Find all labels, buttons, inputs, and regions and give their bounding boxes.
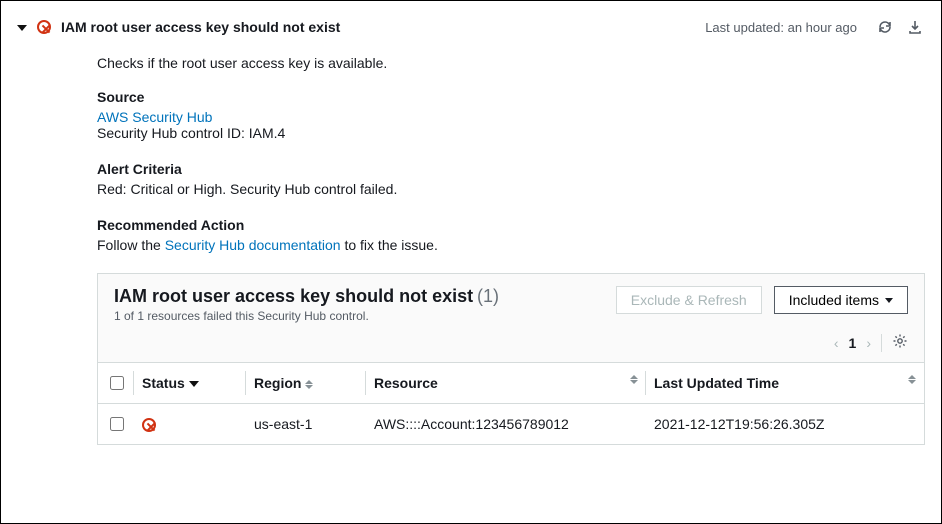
refresh-icon[interactable] — [875, 17, 895, 37]
col-time-header[interactable]: Last Updated Time — [646, 363, 924, 404]
col-resource-header[interactable]: Resource — [366, 363, 646, 404]
chevron-down-icon — [885, 298, 893, 303]
col-status-header[interactable]: Status — [134, 363, 246, 404]
page-number: 1 — [849, 335, 857, 351]
table-row[interactable]: us-east-1 AWS::::Account:123456789012 20… — [98, 404, 924, 445]
download-icon[interactable] — [905, 17, 925, 37]
source-heading: Source — [97, 89, 925, 105]
select-all-checkbox[interactable] — [110, 376, 124, 390]
alert-criteria-heading: Alert Criteria — [97, 161, 925, 177]
sort-icon — [908, 375, 916, 384]
sort-icon — [630, 375, 638, 384]
resources-panel: IAM root user access key should not exis… — [97, 273, 925, 445]
row-checkbox[interactable] — [110, 417, 124, 431]
included-items-dropdown[interactable]: Included items — [774, 286, 908, 314]
alert-criteria-text: Red: Critical or High. Security Hub cont… — [97, 181, 925, 197]
settings-icon[interactable] — [892, 333, 908, 352]
exclude-refresh-button[interactable]: Exclude & Refresh — [616, 286, 762, 314]
check-title: IAM root user access key should not exis… — [61, 19, 340, 35]
cell-resource: AWS::::Account:123456789012 — [366, 404, 646, 445]
page-prev-icon[interactable]: ‹ — [834, 335, 839, 351]
panel-subtext: 1 of 1 resources failed this Security Hu… — [114, 309, 604, 323]
check-description: Checks if the root user access key is av… — [97, 55, 925, 71]
documentation-link[interactable]: Security Hub documentation — [165, 237, 341, 253]
page-next-icon[interactable]: › — [866, 335, 871, 351]
recommended-action-text: Follow the Security Hub documentation to… — [97, 237, 925, 253]
cell-region: us-east-1 — [246, 404, 366, 445]
sort-desc-icon — [189, 381, 199, 387]
source-link[interactable]: AWS Security Hub — [97, 109, 212, 125]
last-updated-text: Last updated: an hour ago — [705, 20, 857, 35]
cell-time: 2021-12-12T19:56:26.305Z — [646, 404, 924, 445]
severity-icon — [37, 20, 51, 34]
panel-count: (1) — [477, 286, 499, 306]
source-control-id: Security Hub control ID: IAM.4 — [97, 125, 925, 141]
divider — [881, 334, 882, 352]
col-region-header[interactable]: Region — [246, 363, 366, 404]
status-fail-icon — [142, 418, 156, 432]
expand-caret[interactable] — [17, 25, 27, 31]
sort-icon — [305, 380, 313, 389]
panel-title: IAM root user access key should not exis… — [114, 286, 473, 306]
recommended-action-heading: Recommended Action — [97, 217, 925, 233]
resources-table: Status Region Resource Last Updated Time… — [98, 362, 924, 444]
